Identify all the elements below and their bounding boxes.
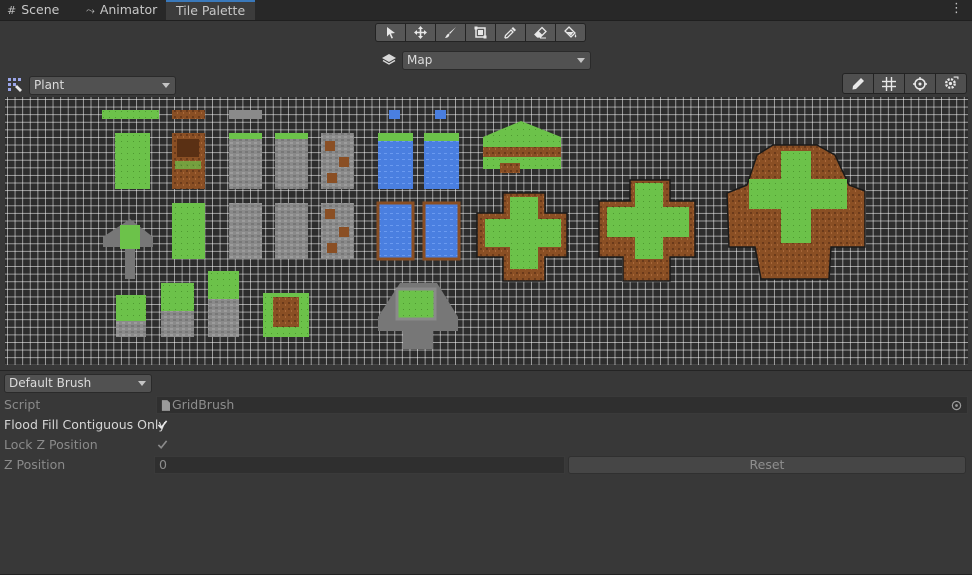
- checkmark-icon: [157, 420, 168, 429]
- paintbrush-icon: [445, 27, 456, 38]
- section-divider: [0, 370, 972, 371]
- tile-grass-block[interactable]: [115, 133, 150, 189]
- layers-icon: [382, 54, 396, 65]
- palette-row: Plant: [7, 75, 176, 95]
- crosshair-icon: [913, 76, 927, 91]
- tile-dirt-strip[interactable]: [172, 110, 205, 119]
- dropdown-arrow-icon: [138, 381, 146, 386]
- dropdown-arrow-icon: [162, 82, 170, 88]
- animator-icon: ⤳: [86, 4, 95, 17]
- palette-settings-button[interactable]: [935, 73, 967, 94]
- tile-grass-block-2[interactable]: [172, 203, 205, 259]
- palette-icon: [8, 78, 22, 92]
- script-field[interactable]: GridBrush: [156, 396, 968, 414]
- tile-island-medium[interactable]: [598, 179, 696, 282]
- edit-palette-button[interactable]: [842, 73, 874, 94]
- object-picker-icon[interactable]: [951, 400, 962, 411]
- palette-dropdown[interactable]: Plant: [29, 75, 176, 95]
- paint-bucket-icon: [564, 26, 577, 38]
- eraser-icon: [534, 26, 547, 39]
- tile-grass-stone-column-2[interactable]: [161, 283, 194, 337]
- lock-z-label: Lock Z Position: [4, 437, 98, 452]
- grid-icon: [882, 76, 896, 91]
- grid-icon: #: [7, 4, 17, 17]
- tile-stone-strip[interactable]: [229, 110, 262, 119]
- tile-water-set-bottom[interactable]: [376, 201, 461, 261]
- gear-icon: [944, 76, 958, 89]
- tile-pillar[interactable]: [103, 219, 153, 279]
- active-tilemap-value: Map: [407, 52, 433, 67]
- tab-scene[interactable]: # Scene: [7, 0, 59, 20]
- more-options-icon[interactable]: ⋮: [950, 2, 963, 16]
- tile-stone-set[interactable]: [229, 133, 354, 189]
- tile-stone-dirt-2[interactable]: [275, 203, 308, 259]
- script-value: GridBrush: [172, 397, 235, 412]
- fill-tool-button[interactable]: [555, 23, 586, 42]
- tile-grass-stone-column-3[interactable]: [208, 271, 239, 337]
- dropdown-arrow-icon: [577, 57, 585, 63]
- tab-bar: # Scene ⤳ Animator Tile Palette ⋮: [0, 0, 972, 21]
- palette-value: Plant: [34, 77, 65, 92]
- tab-scene-label: Scene: [21, 2, 60, 17]
- arrow-pointer-icon: [387, 27, 395, 39]
- lock-z-checkbox[interactable]: [156, 438, 169, 451]
- tile-stone-bridge[interactable]: [378, 283, 458, 349]
- picker-tool-button[interactable]: [495, 23, 526, 42]
- script-label: Script: [4, 397, 41, 412]
- tile-stone-dirt-1[interactable]: [229, 203, 262, 259]
- tile-dirt-grass-block[interactable]: [263, 293, 309, 337]
- tile-water-small-2[interactable]: [435, 110, 446, 119]
- tile-grass-slope[interactable]: [483, 121, 561, 173]
- select-tool-button[interactable]: [375, 23, 406, 42]
- z-position-value: 0: [159, 457, 167, 472]
- tab-tile-palette[interactable]: Tile Palette: [166, 0, 256, 20]
- tile-sprites: [102, 110, 866, 349]
- tab-tile-palette-label: Tile Palette: [176, 3, 246, 18]
- tile-grass-stone-column-1[interactable]: [116, 295, 146, 337]
- tile-water-small-1[interactable]: [389, 110, 400, 119]
- eraser-tool-button[interactable]: [525, 23, 556, 42]
- palette-edit-tools: [842, 73, 967, 94]
- script-icon: [161, 400, 170, 411]
- tile-stone-dirt-3[interactable]: [321, 203, 354, 259]
- gizmos-toggle-button[interactable]: [904, 73, 936, 94]
- tab-animator[interactable]: ⤳ Animator: [86, 0, 157, 20]
- tab-animator-label: Animator: [99, 2, 158, 17]
- paint-tool-button[interactable]: [435, 23, 466, 42]
- z-position-field[interactable]: 0: [154, 456, 565, 474]
- tile-water-set-top[interactable]: [378, 133, 459, 189]
- tile-dirt-set[interactable]: [172, 133, 205, 189]
- brush-value: Default Brush: [9, 376, 92, 390]
- reset-button[interactable]: Reset: [568, 456, 966, 474]
- eyedropper-icon: [504, 27, 516, 39]
- pencil-icon: [852, 77, 864, 89]
- tile-island-small[interactable]: [476, 192, 568, 282]
- box-fill-tool-button[interactable]: [465, 23, 496, 42]
- flood-fill-label: Flood Fill Contiguous Only: [4, 417, 166, 432]
- move-icon: [414, 26, 427, 39]
- active-tilemap-row: Map: [381, 50, 591, 70]
- checkmark-icon: [157, 440, 168, 449]
- z-position-label: Z Position: [4, 457, 66, 472]
- active-tilemap-dropdown[interactable]: Map: [402, 50, 591, 70]
- grid-toggle-button[interactable]: [873, 73, 905, 94]
- tile-grass-strip[interactable]: [102, 110, 159, 119]
- tile-palette-grid[interactable]: [5, 97, 968, 365]
- tool-strip: [375, 23, 586, 43]
- box-fill-icon: [474, 26, 487, 39]
- flood-fill-checkbox[interactable]: [156, 418, 169, 431]
- tile-island-large[interactable]: [726, 144, 866, 280]
- brush-dropdown[interactable]: Default Brush: [4, 374, 152, 393]
- move-tool-button[interactable]: [405, 23, 436, 42]
